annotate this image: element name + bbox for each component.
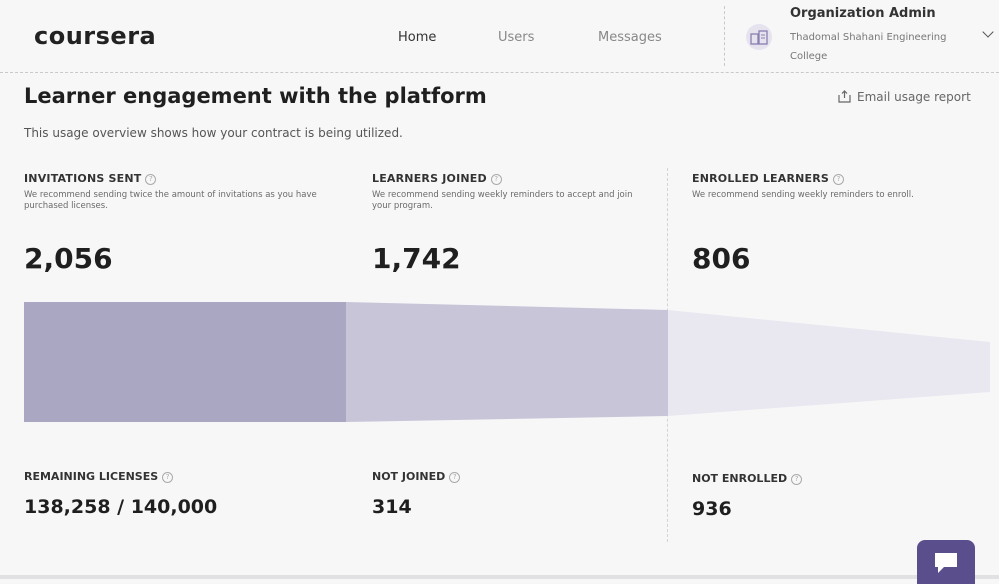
email-usage-report-label: Email usage report	[857, 90, 971, 104]
not-joined-value: 314	[372, 496, 412, 518]
invitations-sent-label: INVITATIONS SENT?	[24, 172, 157, 185]
learners-joined-description: We recommend sending weekly reminders to…	[372, 190, 633, 211]
learners-joined-label-text: LEARNERS JOINED	[372, 172, 487, 185]
nav-messages[interactable]: Messages	[598, 30, 662, 45]
help-circle-icon[interactable]: ?	[791, 474, 803, 485]
invitations-sent-value: 2,056	[24, 242, 113, 275]
not-enrolled-label-text: NOT ENROLLED	[692, 472, 788, 485]
funnel-segment-invitations	[24, 302, 346, 422]
export-icon	[838, 90, 851, 103]
nav-home[interactable]: Home	[398, 30, 436, 45]
remaining-licenses-value: 138,258 / 140,000	[24, 496, 218, 518]
invitations-sent-label-text: INVITATIONS SENT	[24, 172, 142, 185]
help-circle-icon[interactable]: ?	[145, 174, 157, 185]
learners-joined-value: 1,742	[372, 242, 461, 275]
page-subtitle: This usage overview shows how your contr…	[24, 126, 403, 140]
not-joined-label-text: NOT JOINED	[372, 470, 446, 483]
help-circle-icon[interactable]: ?	[449, 472, 461, 483]
nav-users[interactable]: Users	[498, 30, 534, 45]
help-circle-icon[interactable]: ?	[162, 472, 174, 483]
chat-icon	[935, 553, 957, 573]
enrolled-learners-value: 806	[692, 242, 751, 275]
not-enrolled-value: 936	[692, 498, 732, 520]
chat-button[interactable]	[917, 540, 975, 584]
learners-joined-label: LEARNERS JOINED?	[372, 172, 502, 185]
not-enrolled-label: NOT ENROLLED?	[692, 472, 803, 485]
not-joined-label: NOT JOINED?	[372, 470, 461, 483]
org-role-title[interactable]: Organization Admin	[790, 6, 936, 21]
chevron-down-icon[interactable]	[982, 26, 994, 38]
enrolled-learners-description: We recommend sending weekly reminders to…	[692, 190, 914, 200]
email-usage-report-button[interactable]: Email usage report	[838, 90, 971, 104]
remaining-licenses-label-text: REMAINING LICENSES	[24, 470, 159, 483]
top-navigation-bar: coursera Home Users Messages Organizatio…	[0, 0, 999, 73]
org-name[interactable]: Thadomal Shahani Engineering College	[790, 28, 980, 66]
coursera-logo[interactable]: coursera	[34, 22, 156, 50]
org-building-icon[interactable]	[746, 24, 772, 50]
funnel-segment-enrolled	[668, 310, 990, 416]
header-divider	[724, 6, 725, 66]
enrolled-learners-label: ENROLLED LEARNERS?	[692, 172, 845, 185]
invitations-sent-description: We recommend sending twice the amount of…	[24, 190, 317, 211]
help-circle-icon[interactable]: ?	[490, 174, 502, 185]
enrolled-learners-label-text: ENROLLED LEARNERS	[692, 172, 830, 185]
page-title: Learner engagement with the platform	[24, 84, 487, 108]
remaining-licenses-label: REMAINING LICENSES?	[24, 470, 174, 483]
help-circle-icon[interactable]: ?	[833, 174, 845, 185]
footer-divider	[0, 575, 999, 579]
engagement-funnel	[24, 302, 990, 422]
funnel-segment-joined	[346, 302, 668, 422]
